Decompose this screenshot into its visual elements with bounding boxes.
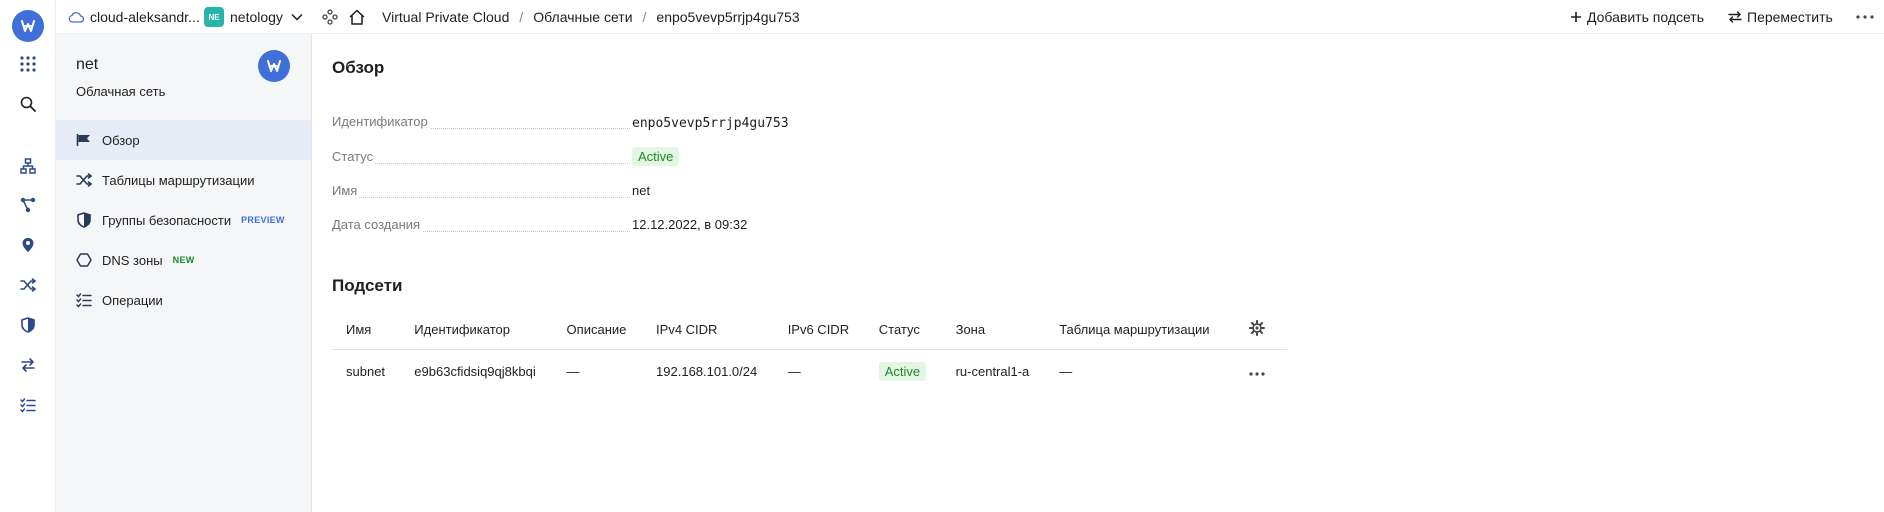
property-value: 12.12.2022, в 09:32 <box>632 217 748 232</box>
route-icon[interactable] <box>18 195 38 215</box>
more-actions-icon[interactable] <box>1856 0 1874 34</box>
chevron-down-icon <box>291 13 303 21</box>
search-icon[interactable] <box>18 94 38 114</box>
network-topology-icon[interactable] <box>18 156 38 176</box>
subnet-route-table: — <box>1059 363 1073 379</box>
sidebar-item-label: Группы безопасности <box>102 212 232 228</box>
home-icon[interactable] <box>348 0 366 34</box>
breadcrumb-separator: / <box>519 9 524 25</box>
move-button[interactable]: Переместить <box>1728 0 1833 34</box>
folder-selector[interactable]: NE netology <box>204 0 303 34</box>
subnet-name[interactable]: subnet <box>332 349 400 393</box>
sidebar-item-label: Обзор <box>102 132 140 148</box>
breadcrumb-vpc[interactable]: Virtual Private Cloud <box>382 9 509 25</box>
folder-badge: NE <box>204 7 224 27</box>
nodes-icon[interactable] <box>322 0 338 34</box>
subnet-ipv4: 192.168.101.0/24 <box>656 363 758 379</box>
status-badge: Active <box>632 147 680 166</box>
all-services-grid-icon[interactable] <box>18 54 38 74</box>
cloud-logo-icon[interactable] <box>12 10 44 42</box>
sidebar-item-operations[interactable]: Операции <box>56 280 311 320</box>
property-value: enpo5vevp5rrjp4gu753 <box>632 116 789 131</box>
sidebar-item-route-tables[interactable]: Таблицы маршрутизации <box>56 160 311 200</box>
property-label: Статус <box>332 149 376 164</box>
sidebar-item-security-groups[interactable]: Группы безопасности PREVIEW <box>56 200 311 240</box>
column-header[interactable]: Описание <box>552 311 643 350</box>
column-header[interactable]: IPv4 CIDR <box>642 311 774 350</box>
column-header[interactable]: Идентификатор <box>400 311 553 350</box>
column-settings-button[interactable] <box>1227 311 1287 350</box>
operations-list-icon[interactable] <box>18 395 38 415</box>
breadcrumb-network-id: enpo5vevp5rrjp4gu753 <box>656 9 800 25</box>
column-header[interactable]: Зона <box>941 311 1046 350</box>
swap-arrows-icon <box>1728 11 1742 23</box>
column-header[interactable]: Статус <box>864 311 942 350</box>
subnets-table: Имя Идентификатор Описание IPv4 CIDR IPv… <box>332 311 1287 393</box>
plus-icon <box>1570 11 1582 23</box>
swap-arrows-icon[interactable] <box>18 355 38 375</box>
move-label: Переместить <box>1747 9 1833 25</box>
breadcrumb-cloud-networks[interactable]: Облачные сети <box>533 9 632 25</box>
property-id: Идентификатор enpo5vevp5rrjp4gu753 <box>332 114 1132 134</box>
shuffle-icon <box>76 172 92 188</box>
row-actions-button[interactable] <box>1227 349 1287 393</box>
breadcrumb-separator: / <box>642 9 647 25</box>
sidebar-item-label: Таблицы маршрутизации <box>102 172 255 188</box>
property-label: Идентификатор <box>332 114 430 129</box>
column-header[interactable]: Таблица маршрутизации <box>1045 311 1227 350</box>
sidebar-item-overview[interactable]: Обзор <box>56 120 311 160</box>
network-type: Облачная сеть <box>76 84 166 99</box>
shield-icon <box>76 212 92 228</box>
sidebar-item-dns-zones[interactable]: DNS зоны NEW <box>56 240 311 280</box>
cloud-selector[interactable]: cloud-aleksandr... <box>68 0 200 34</box>
flag-icon <box>76 132 92 148</box>
list-check-icon <box>76 292 92 308</box>
subnet-id: e9b63cfidsiq9qj8kbqi <box>414 363 536 379</box>
cloud-icon <box>68 11 84 23</box>
location-pin-icon[interactable] <box>18 235 38 255</box>
leader-line <box>332 163 630 164</box>
subnet-description: — <box>566 363 580 379</box>
column-header[interactable]: IPv6 CIDR <box>773 311 865 350</box>
vpc-service-icon <box>258 50 290 82</box>
property-name: Имя net <box>332 183 1132 203</box>
subnet-zone: ru-central1-a <box>955 363 1030 379</box>
app-rail <box>0 0 56 512</box>
property-label: Имя <box>332 183 360 198</box>
new-tag: NEW <box>172 255 195 265</box>
sidebar-item-label: DNS зоны <box>102 252 163 268</box>
column-header[interactable]: Имя <box>332 311 401 350</box>
status-badge: Active <box>878 361 927 381</box>
gear-icon <box>1249 320 1265 337</box>
shield-icon[interactable] <box>18 315 38 335</box>
table-header-row: Имя Идентификатор Описание IPv4 CIDR IPv… <box>332 311 1287 350</box>
top-bar: cloud-aleksandr... NE netology Virtual P… <box>56 0 1884 34</box>
table-row[interactable]: subnet e9b63cfidsiq9qj8kbqi — 192.168.10… <box>332 349 1287 393</box>
property-label: Дата создания <box>332 217 423 232</box>
leader-line <box>332 197 630 198</box>
cloud-name: cloud-aleksandr... <box>90 9 200 25</box>
subnet-ipv6: — <box>787 363 801 379</box>
breadcrumb: Virtual Private Cloud / Облачные сети / … <box>382 0 800 34</box>
hexagon-icon <box>76 252 92 268</box>
network-name: net <box>76 56 99 73</box>
preview-tag: PREVIEW <box>241 215 285 225</box>
property-created: Дата создания 12.12.2022, в 09:32 <box>332 217 1132 237</box>
more-actions-icon <box>1249 372 1265 376</box>
add-subnet-label: Добавить подсеть <box>1587 9 1705 25</box>
network-sidebar: net Облачная сеть Обзор Таблицы маршрути… <box>56 34 312 512</box>
property-status: Статус Active <box>332 147 1132 169</box>
page-title: Обзор <box>332 58 385 77</box>
property-value: net <box>632 183 651 198</box>
shuffle-icon[interactable] <box>18 275 38 295</box>
subnets-heading: Подсети <box>332 276 403 295</box>
subnet-status-cell: Active <box>865 349 942 393</box>
sidebar-item-label: Операции <box>102 292 163 308</box>
add-subnet-button[interactable]: Добавить подсеть <box>1570 0 1704 34</box>
folder-name: netology <box>230 9 283 25</box>
